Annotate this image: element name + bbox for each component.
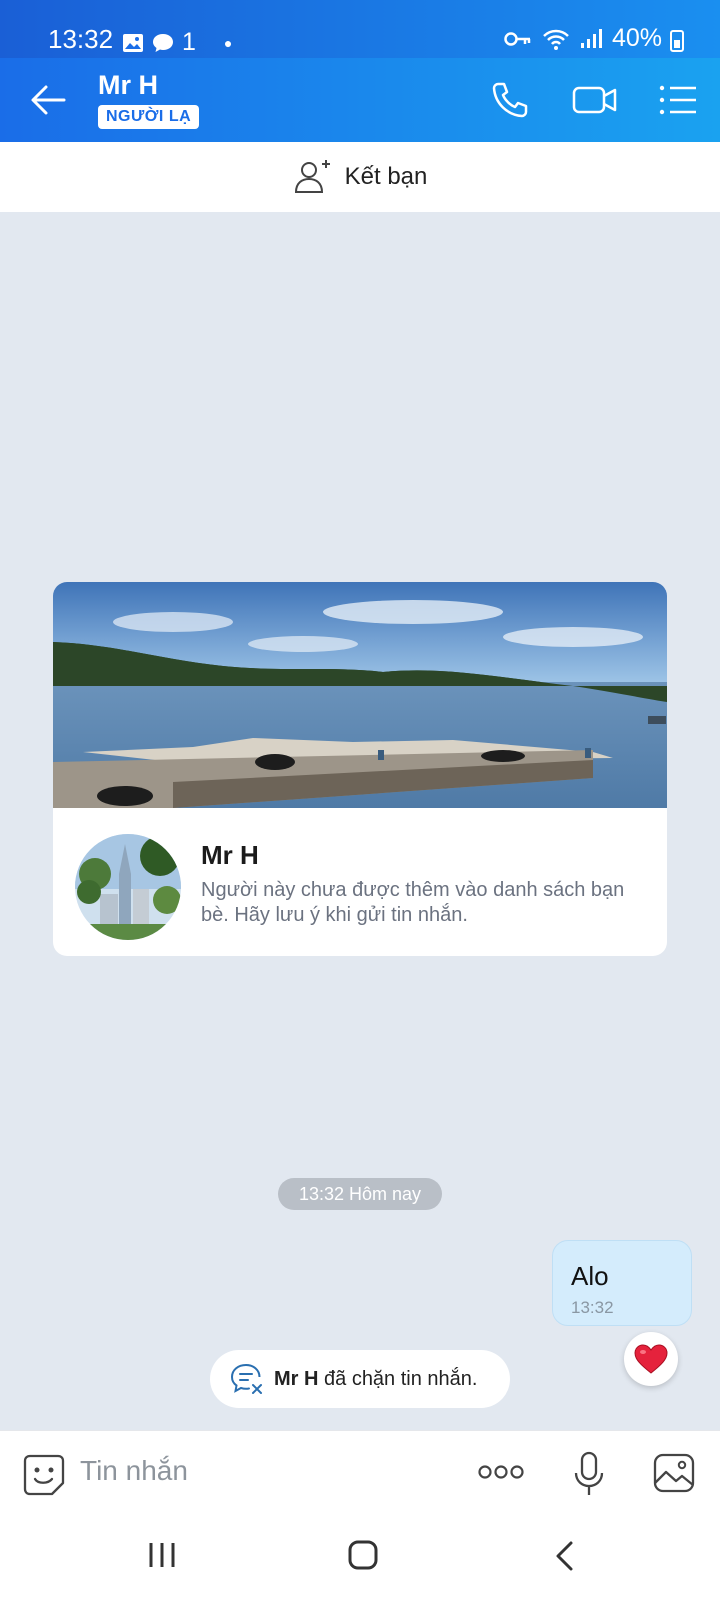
status-right: 40%: [504, 24, 662, 53]
gallery-notification-icon: [123, 33, 143, 52]
video-camera-icon[interactable]: [572, 80, 618, 120]
avatar[interactable]: [75, 834, 181, 940]
home-icon[interactable]: [348, 1540, 378, 1570]
blocked-message: đã chặn tin nhắn.: [318, 1367, 478, 1390]
add-person-icon: [294, 160, 330, 193]
heart-reaction-button[interactable]: [624, 1332, 678, 1386]
profile-card[interactable]: Mr H Người này chưa được thêm vào danh s…: [53, 582, 667, 956]
cover-photo: [53, 582, 667, 808]
list-menu-icon[interactable]: [658, 80, 698, 120]
chat-notification-icon: [153, 33, 173, 52]
message-text: Alo: [571, 1261, 609, 1291]
add-friend-label: Kết bạn: [344, 163, 428, 190]
blocked-name: Mr H: [274, 1367, 319, 1390]
stranger-warning: Người này chưa được thêm vào danh sách b…: [201, 879, 625, 926]
arrow-left-icon[interactable]: [28, 78, 68, 122]
heart-icon: [634, 1344, 668, 1374]
more-dots-icon[interactable]: [478, 1463, 524, 1481]
message-bubble-outgoing[interactable]: Alo 13:32: [552, 1240, 692, 1326]
signal-icon: [580, 28, 602, 48]
wifi-icon: [543, 29, 569, 50]
message-input[interactable]: Tin nhắn: [80, 1455, 188, 1487]
stranger-badge: NGƯỜI LẠ: [98, 105, 200, 129]
notification-count: 1: [182, 28, 196, 56]
sticker-icon[interactable]: [22, 1453, 66, 1497]
profile-name: Mr H: [201, 840, 259, 870]
dot-icon: ●: [223, 34, 233, 51]
chat-blocked-icon: [230, 1364, 262, 1394]
status-time: 13:32: [48, 24, 114, 54]
blocked-notice-text: Mr H đã chặn tin nhắn.: [274, 1368, 477, 1391]
status-bar: 13:32 1 ● 40%: [0, 0, 720, 58]
message-time: 13:32: [571, 1298, 614, 1317]
phone-icon[interactable]: [490, 80, 530, 120]
contact-name[interactable]: Mr H: [98, 70, 158, 101]
blocked-notice: Mr H đã chặn tin nhắn.: [210, 1350, 510, 1408]
battery-icon: [670, 30, 684, 52]
add-friend-button[interactable]: Kết bạn: [0, 142, 720, 212]
battery-percent: 40%: [611, 24, 662, 52]
status-notification-icons: 1 ●: [122, 28, 232, 57]
time-separator: 13:32 Hôm nay: [278, 1178, 442, 1210]
key-icon: [504, 31, 531, 46]
system-nav-bar: [0, 1516, 720, 1600]
image-icon[interactable]: [652, 1451, 696, 1495]
microphone-icon[interactable]: [574, 1451, 604, 1497]
back-nav-icon[interactable]: [552, 1540, 576, 1572]
recent-apps-icon[interactable]: [148, 1540, 176, 1570]
chat-header: Mr H NGƯỜI LẠ: [0, 58, 720, 142]
message-composer: Tin nhắn: [0, 1430, 720, 1516]
